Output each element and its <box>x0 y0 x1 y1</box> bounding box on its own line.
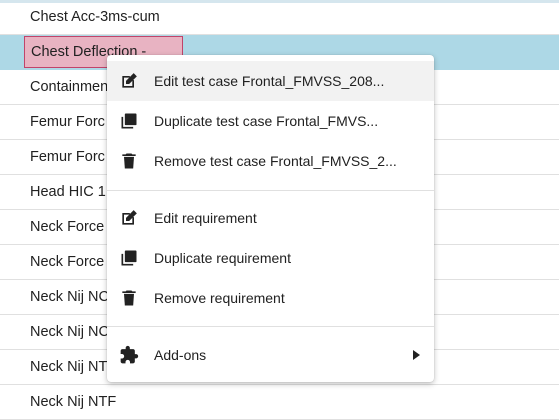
menu-item-label: Edit test case Frontal_FMVSS_208... <box>154 73 385 89</box>
table-cell: Containmen <box>30 79 109 95</box>
table-cell: Head HIC 1 <box>30 184 106 200</box>
arrow-right-icon <box>413 350 420 360</box>
trash-icon <box>122 290 136 306</box>
table-cell: Neck Force <box>30 219 105 235</box>
menu-item-label: Duplicate requirement <box>154 250 291 266</box>
pencil-icon <box>122 73 137 88</box>
table-cell: Neck Nij NC <box>30 324 109 340</box>
menu-item-label: Remove test case Frontal_FMVSS_2... <box>154 153 397 169</box>
duplicate-icon <box>121 250 137 266</box>
table-cell: Neck Force <box>30 254 105 270</box>
menu-divider <box>107 190 434 191</box>
menu-item-label: Remove requirement <box>154 290 285 306</box>
menu-item-label: Add-ons <box>154 347 207 363</box>
table-cell: Neck Nij NT <box>30 359 108 375</box>
menu-item-addons[interactable]: Add-ons <box>107 335 434 375</box>
menu-item-edit-test-case[interactable]: Edit test case Frontal_FMVSS_208... <box>107 61 434 101</box>
menu-item-label: Edit requirement <box>154 210 257 226</box>
menu-item-duplicate-test-case[interactable]: Duplicate test case Frontal_FMVS... <box>107 101 434 141</box>
table-cell: Chest Acc-3ms-cum <box>30 9 160 25</box>
table-row[interactable]: Chest Acc-3ms-cum <box>0 0 559 35</box>
menu-item-remove-requirement[interactable]: Remove requirement <box>107 278 434 318</box>
menu-item-edit-requirement[interactable]: Edit requirement <box>107 198 434 238</box>
menu-item-remove-test-case[interactable]: Remove test case Frontal_FMVSS_2... <box>107 141 434 181</box>
duplicate-icon <box>121 113 137 129</box>
menu-item-duplicate-requirement[interactable]: Duplicate requirement <box>107 238 434 278</box>
trash-icon <box>122 153 136 169</box>
puzzle-icon <box>120 345 139 364</box>
table-cell: Femur Forc <box>30 149 105 165</box>
table-cell: Femur Forc <box>30 114 105 130</box>
table-row[interactable]: Neck Nij NTF <box>0 385 559 420</box>
pencil-icon <box>122 210 137 225</box>
table-cell: Neck Nij NC <box>30 289 109 305</box>
table-cell: Neck Nij NTF <box>30 394 117 410</box>
context-menu: Edit test case Frontal_FMVSS_208... Dupl… <box>107 55 434 382</box>
menu-divider <box>107 326 434 327</box>
menu-item-label: Duplicate test case Frontal_FMVS... <box>154 113 379 129</box>
